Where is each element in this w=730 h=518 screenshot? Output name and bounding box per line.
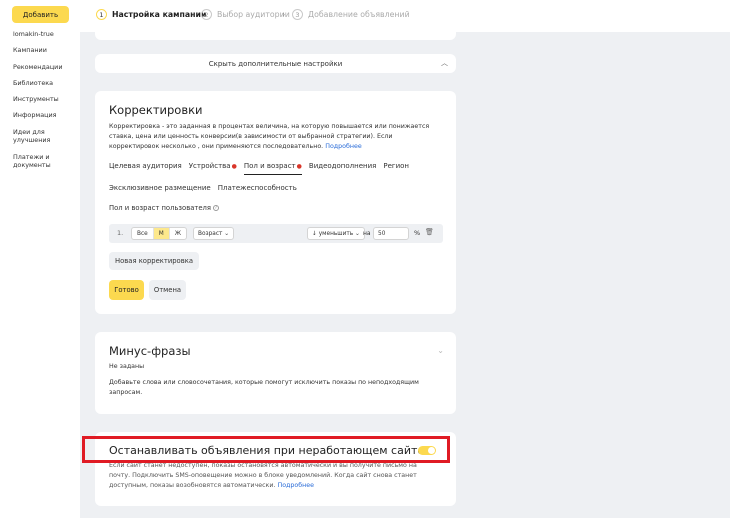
sidebar-item-ideas[interactable]: Идеи для улучшения <box>13 128 77 145</box>
tab-devices[interactable]: Устройства● <box>189 162 237 175</box>
step-campaign-settings[interactable]: 1 Настройка кампании <box>96 9 206 20</box>
stop-ads-description: Если сайт станет недоступен, показы оста… <box>109 462 417 490</box>
section-title: Пол и возраст пользователя? <box>109 204 219 212</box>
highlight-frame <box>82 436 450 463</box>
more-link[interactable]: Подробнее <box>325 143 362 150</box>
sidebar-item-library[interactable]: Библиотека <box>13 79 77 88</box>
percent-input[interactable]: 50 <box>373 227 409 240</box>
adjustments-card: Корректировки Корректировка - это заданн… <box>95 91 456 314</box>
add-button[interactable]: Добавить <box>12 6 69 23</box>
gender-selector: Все М Ж <box>131 227 187 240</box>
percent-sign: % <box>414 229 421 237</box>
step-label: Добавление объявлений <box>308 10 410 19</box>
tab-exclusive-placement[interactable]: Эксклюзивное размещение <box>109 184 211 196</box>
step-ads[interactable]: 3 Добавление объявлений <box>292 9 410 20</box>
minus-phrases-title: Минус-фразы <box>109 344 191 358</box>
sidebar-item-campaigns[interactable]: Кампании <box>13 46 77 55</box>
minus-phrases-status: Не заданы <box>109 363 145 370</box>
previous-card-bottom <box>95 27 456 40</box>
gender-option-male[interactable]: М <box>153 228 170 239</box>
hide-additional-settings-toggle[interactable]: Скрыть дополнительные настройки ︿ <box>95 54 456 73</box>
trash-icon[interactable]: 🗑 <box>425 228 434 236</box>
chevron-right-icon: › <box>191 10 195 19</box>
tab-solvency[interactable]: Платежеспособность <box>218 184 297 196</box>
gender-option-female[interactable]: Ж <box>170 228 186 239</box>
step-label: Выбор аудитории <box>217 10 290 19</box>
chevron-up-icon: ︿ <box>441 59 448 67</box>
adjustment-tabs: Целевая аудитория Устройства● Пол и возр… <box>109 162 409 205</box>
changed-dot-icon: ● <box>231 163 237 170</box>
tab-target-audience[interactable]: Целевая аудитория <box>109 162 182 175</box>
gender-option-all[interactable]: Все <box>132 228 154 239</box>
changed-dot-icon: ● <box>296 163 302 170</box>
tab-video[interactable]: Видеодополнения <box>309 162 376 175</box>
sidebar-item-tools[interactable]: Инструменты <box>13 95 77 104</box>
on-label: на <box>363 230 371 237</box>
sidebar-item-recommendations[interactable]: Рекомендации <box>13 63 77 72</box>
direction-dropdown[interactable]: ↓ уменьшить ⌄ <box>307 227 365 240</box>
rule-number: 1. <box>117 229 124 237</box>
sidebar-item-information[interactable]: Информация <box>13 111 77 120</box>
adjustment-rule-row: 1. Все М Ж Возраст ⌄ ↓ уменьшить ⌄ на 50… <box>109 224 443 243</box>
chevron-down-icon: ⌄ <box>224 230 230 237</box>
step-audience[interactable]: 2 Выбор аудитории <box>201 9 290 20</box>
sidebar: Добавить lomakin-true Кампании Рекоменда… <box>0 0 80 518</box>
sidebar-nav: lomakin-true Кампании Рекомендации Библи… <box>13 30 77 177</box>
toggle-label: Скрыть дополнительные настройки <box>208 59 343 68</box>
chevron-right-icon: › <box>282 10 286 19</box>
tab-gender-age[interactable]: Пол и возраст● <box>243 162 302 175</box>
sidebar-item-account[interactable]: lomakin-true <box>13 30 77 39</box>
step-number: 1 <box>96 9 107 20</box>
done-button[interactable]: Готово <box>109 280 144 300</box>
chevron-down-icon: ⌄ <box>355 230 360 237</box>
help-icon[interactable]: ? <box>212 205 219 211</box>
adjustments-description: Корректировка - это заданная в процентах… <box>109 123 430 151</box>
adjustments-title: Корректировки <box>109 103 203 117</box>
step-number: 3 <box>292 9 303 20</box>
more-link[interactable]: Подробнее <box>277 482 314 489</box>
step-number: 2 <box>201 9 212 20</box>
sidebar-item-payments[interactable]: Платежи и документы <box>13 153 77 170</box>
new-adjustment-button[interactable]: Новая корректировка <box>109 252 199 270</box>
age-dropdown[interactable]: Возраст ⌄ <box>193 227 235 240</box>
cancel-button[interactable]: Отмена <box>149 280 186 300</box>
chevron-down-icon: ⌄ <box>437 346 444 355</box>
tab-region[interactable]: Регион <box>383 162 409 175</box>
minus-phrases-card[interactable]: Минус-фразы ⌄ Не заданы Добавьте слова и… <box>95 332 456 414</box>
minus-phrases-hint: Добавьте слова или словосочетания, котор… <box>109 379 419 397</box>
